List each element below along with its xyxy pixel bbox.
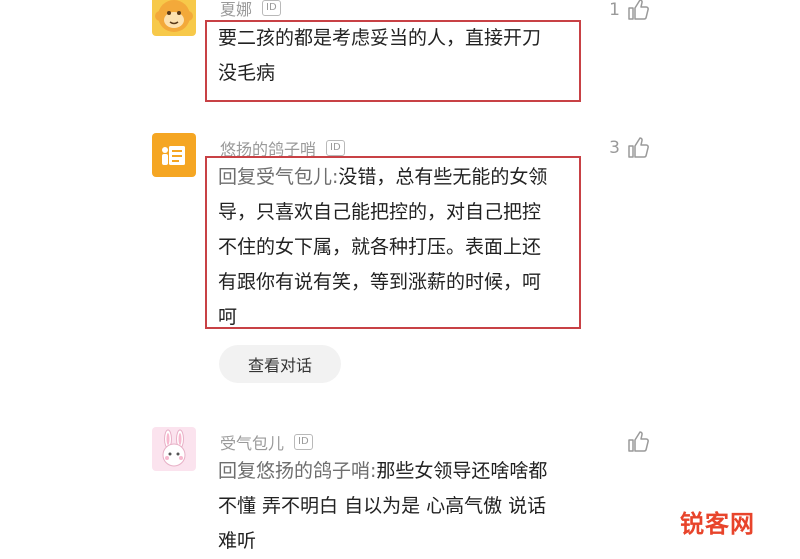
username[interactable]: 受气包儿 [220,430,284,454]
comment-1-header: 夏娜 ID [220,0,281,20]
watermark-logo: 锐客网 [680,510,755,538]
id-badge: ID [294,434,313,450]
user-avatar-rabbit-icon[interactable] [152,427,196,471]
id-badge: ID [262,0,281,16]
comment-3-body: 回复悠扬的鸽子哨:那些女领导还啥啥都 不懂 弄不明白 自以为是 心高气傲 说话 … [218,454,598,559]
comment-line: 不住的女下属，就各种打压。表面上还 [218,236,542,258]
comment-text: 那些女领导还啥啥都 [376,460,548,482]
comment-3-header: 受气包儿 ID [220,430,313,454]
thumbs-up-icon [628,137,649,158]
user-avatar-monkey-icon[interactable] [152,0,196,36]
like-count: 3 [609,138,620,158]
comment-line: 不懂 弄不明白 自以为是 心高气傲 说话 [218,495,547,517]
comment-2-body: 回复受气包儿:没错，总有些无能的女领 导，只喜欢自己能把控的，对自己把控 不住的… [218,160,573,335]
thumbs-up-icon [628,0,649,20]
username[interactable]: 夏娜 [220,0,252,20]
like-button[interactable]: 1 [609,0,650,22]
comment-text: 没错，总有些无能的女领 [338,166,548,188]
comment-line: 没毛病 [218,62,276,84]
reply-prefix[interactable]: 回复悠扬的鸽子哨: [218,460,376,482]
thumbs-up-icon [628,431,649,452]
comment-line: 回复受气包儿:没错，总有些无能的女领 [218,160,573,195]
reply-prefix[interactable]: 回复受气包儿: [218,166,338,188]
comment-line: 导，只喜欢自己能把控的，对自己把控 [218,201,542,223]
comment-1-body: 要二孩的都是考虑妥当的人，直接开刀 没毛病 [218,21,573,91]
comment-line: 要二孩的都是考虑妥当的人，直接开刀 [218,27,542,49]
comment-line: 回复悠扬的鸽子哨:那些女领导还啥啥都 [218,454,598,489]
comment-line: 呵 [218,306,238,328]
id-badge: ID [326,140,345,156]
comment-line: 难听 [218,530,257,552]
comment-line: 有跟你有说有笑，等到涨薪的时候，呵 [218,271,542,293]
like-button[interactable]: 3 [609,136,650,160]
view-dialog-button[interactable]: 查看对话 [219,345,341,383]
like-count: 1 [609,0,620,20]
like-button[interactable] [620,430,650,454]
user-avatar-document-icon[interactable] [152,133,196,177]
